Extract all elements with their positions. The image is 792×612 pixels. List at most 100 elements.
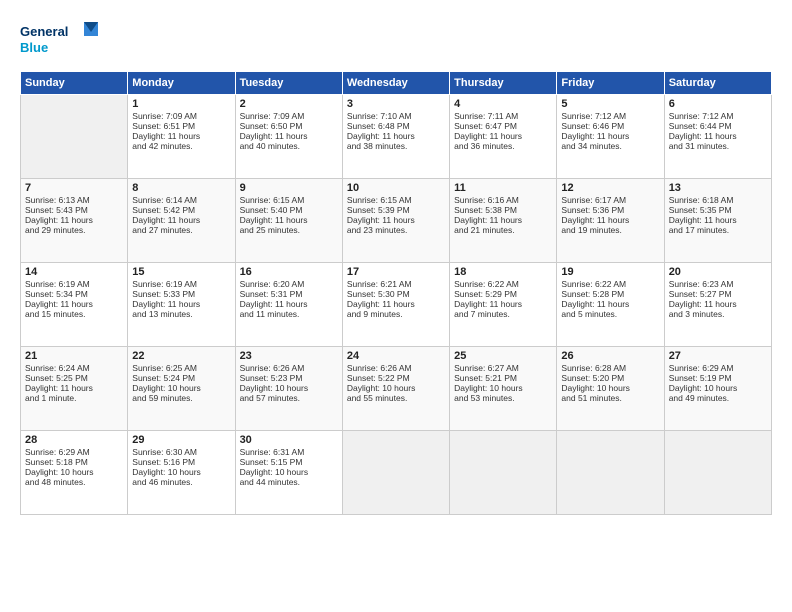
day-info-line: and 44 minutes.: [240, 477, 338, 487]
column-header-friday: Friday: [557, 72, 664, 95]
calendar-cell: 20Sunrise: 6:23 AMSunset: 5:27 PMDayligh…: [664, 263, 771, 347]
svg-text:Blue: Blue: [20, 40, 48, 55]
calendar-cell: 14Sunrise: 6:19 AMSunset: 5:34 PMDayligh…: [21, 263, 128, 347]
day-info-line: Sunset: 5:23 PM: [240, 373, 338, 383]
day-info-line: and 1 minute.: [25, 393, 123, 403]
day-info-line: and 7 minutes.: [454, 309, 552, 319]
day-info-line: Sunrise: 7:09 AM: [132, 111, 230, 121]
day-info-line: and 48 minutes.: [25, 477, 123, 487]
day-info-line: Sunrise: 6:27 AM: [454, 363, 552, 373]
day-info-line: Daylight: 11 hours: [347, 299, 445, 309]
day-number: 14: [25, 266, 123, 278]
day-info-line: Sunrise: 7:10 AM: [347, 111, 445, 121]
day-info-line: and 17 minutes.: [669, 225, 767, 235]
day-number: 2: [240, 98, 338, 110]
day-info-line: Sunrise: 6:29 AM: [25, 447, 123, 457]
day-number: 22: [132, 350, 230, 362]
calendar-cell: [342, 431, 449, 515]
day-info-line: Daylight: 11 hours: [25, 299, 123, 309]
day-number: 4: [454, 98, 552, 110]
day-info-line: Sunset: 5:35 PM: [669, 205, 767, 215]
day-info-line: Sunrise: 6:31 AM: [240, 447, 338, 457]
day-info-line: Sunset: 6:50 PM: [240, 121, 338, 131]
column-header-saturday: Saturday: [664, 72, 771, 95]
day-info-line: Sunset: 6:47 PM: [454, 121, 552, 131]
day-info-line: Daylight: 11 hours: [454, 131, 552, 141]
calendar-cell: 29Sunrise: 6:30 AMSunset: 5:16 PMDayligh…: [128, 431, 235, 515]
calendar-cell: 25Sunrise: 6:27 AMSunset: 5:21 PMDayligh…: [450, 347, 557, 431]
calendar-cell: [557, 431, 664, 515]
day-info-line: Sunrise: 7:11 AM: [454, 111, 552, 121]
day-info-line: Sunrise: 6:23 AM: [669, 279, 767, 289]
day-info-line: Sunrise: 6:14 AM: [132, 195, 230, 205]
day-info-line: and 15 minutes.: [25, 309, 123, 319]
day-info-line: Daylight: 11 hours: [240, 131, 338, 141]
day-info-line: Daylight: 11 hours: [132, 131, 230, 141]
day-info-line: and 38 minutes.: [347, 141, 445, 151]
day-info-line: Sunset: 5:33 PM: [132, 289, 230, 299]
day-info-line: and 13 minutes.: [132, 309, 230, 319]
calendar-cell: [450, 431, 557, 515]
day-info-line: Daylight: 11 hours: [25, 383, 123, 393]
day-number: 23: [240, 350, 338, 362]
day-info-line: Sunrise: 6:30 AM: [132, 447, 230, 457]
day-info-line: Daylight: 10 hours: [240, 383, 338, 393]
day-info-line: Daylight: 11 hours: [669, 131, 767, 141]
day-info-line: Sunset: 5:16 PM: [132, 457, 230, 467]
day-info-line: Sunrise: 6:21 AM: [347, 279, 445, 289]
calendar-cell: 10Sunrise: 6:15 AMSunset: 5:39 PMDayligh…: [342, 179, 449, 263]
day-info-line: Daylight: 11 hours: [240, 215, 338, 225]
day-info-line: Daylight: 11 hours: [240, 299, 338, 309]
day-number: 6: [669, 98, 767, 110]
day-info-line: Sunset: 5:28 PM: [561, 289, 659, 299]
day-info-line: and 55 minutes.: [347, 393, 445, 403]
day-info-line: Sunset: 5:30 PM: [347, 289, 445, 299]
day-info-line: Daylight: 10 hours: [347, 383, 445, 393]
calendar-cell: 8Sunrise: 6:14 AMSunset: 5:42 PMDaylight…: [128, 179, 235, 263]
day-info-line: and 42 minutes.: [132, 141, 230, 151]
day-info-line: Sunset: 5:40 PM: [240, 205, 338, 215]
calendar-cell: 11Sunrise: 6:16 AMSunset: 5:38 PMDayligh…: [450, 179, 557, 263]
day-number: 11: [454, 182, 552, 194]
day-info-line: Daylight: 11 hours: [561, 131, 659, 141]
day-info-line: Daylight: 10 hours: [669, 383, 767, 393]
day-info-line: Sunrise: 7:09 AM: [240, 111, 338, 121]
calendar-cell: 19Sunrise: 6:22 AMSunset: 5:28 PMDayligh…: [557, 263, 664, 347]
day-number: 27: [669, 350, 767, 362]
calendar-cell: 4Sunrise: 7:11 AMSunset: 6:47 PMDaylight…: [450, 95, 557, 179]
day-info-line: Daylight: 11 hours: [669, 299, 767, 309]
day-info-line: Sunset: 5:18 PM: [25, 457, 123, 467]
calendar-cell: 22Sunrise: 6:25 AMSunset: 5:24 PMDayligh…: [128, 347, 235, 431]
day-info-line: Sunrise: 6:19 AM: [132, 279, 230, 289]
calendar-cell: 13Sunrise: 6:18 AMSunset: 5:35 PMDayligh…: [664, 179, 771, 263]
day-info-line: Sunset: 6:51 PM: [132, 121, 230, 131]
calendar-cell: 17Sunrise: 6:21 AMSunset: 5:30 PMDayligh…: [342, 263, 449, 347]
day-info-line: Sunset: 6:48 PM: [347, 121, 445, 131]
day-info-line: Sunset: 6:46 PM: [561, 121, 659, 131]
day-info-line: Sunrise: 6:26 AM: [240, 363, 338, 373]
day-info-line: Sunrise: 6:29 AM: [669, 363, 767, 373]
day-number: 3: [347, 98, 445, 110]
day-info-line: Sunset: 6:44 PM: [669, 121, 767, 131]
day-info-line: Sunrise: 6:18 AM: [669, 195, 767, 205]
day-info-line: and 19 minutes.: [561, 225, 659, 235]
column-header-wednesday: Wednesday: [342, 72, 449, 95]
day-number: 21: [25, 350, 123, 362]
day-info-line: Daylight: 11 hours: [669, 215, 767, 225]
day-number: 15: [132, 266, 230, 278]
day-info-line: Sunset: 5:27 PM: [669, 289, 767, 299]
day-number: 24: [347, 350, 445, 362]
day-number: 8: [132, 182, 230, 194]
day-info-line: Sunrise: 6:19 AM: [25, 279, 123, 289]
calendar-cell: [664, 431, 771, 515]
day-info-line: Daylight: 11 hours: [132, 215, 230, 225]
day-info-line: Sunset: 5:22 PM: [347, 373, 445, 383]
calendar-cell: 9Sunrise: 6:15 AMSunset: 5:40 PMDaylight…: [235, 179, 342, 263]
day-number: 12: [561, 182, 659, 194]
day-info-line: and 34 minutes.: [561, 141, 659, 151]
day-info-line: Daylight: 11 hours: [347, 215, 445, 225]
day-info-line: Sunrise: 6:26 AM: [347, 363, 445, 373]
day-number: 19: [561, 266, 659, 278]
column-header-sunday: Sunday: [21, 72, 128, 95]
day-info-line: Daylight: 10 hours: [454, 383, 552, 393]
